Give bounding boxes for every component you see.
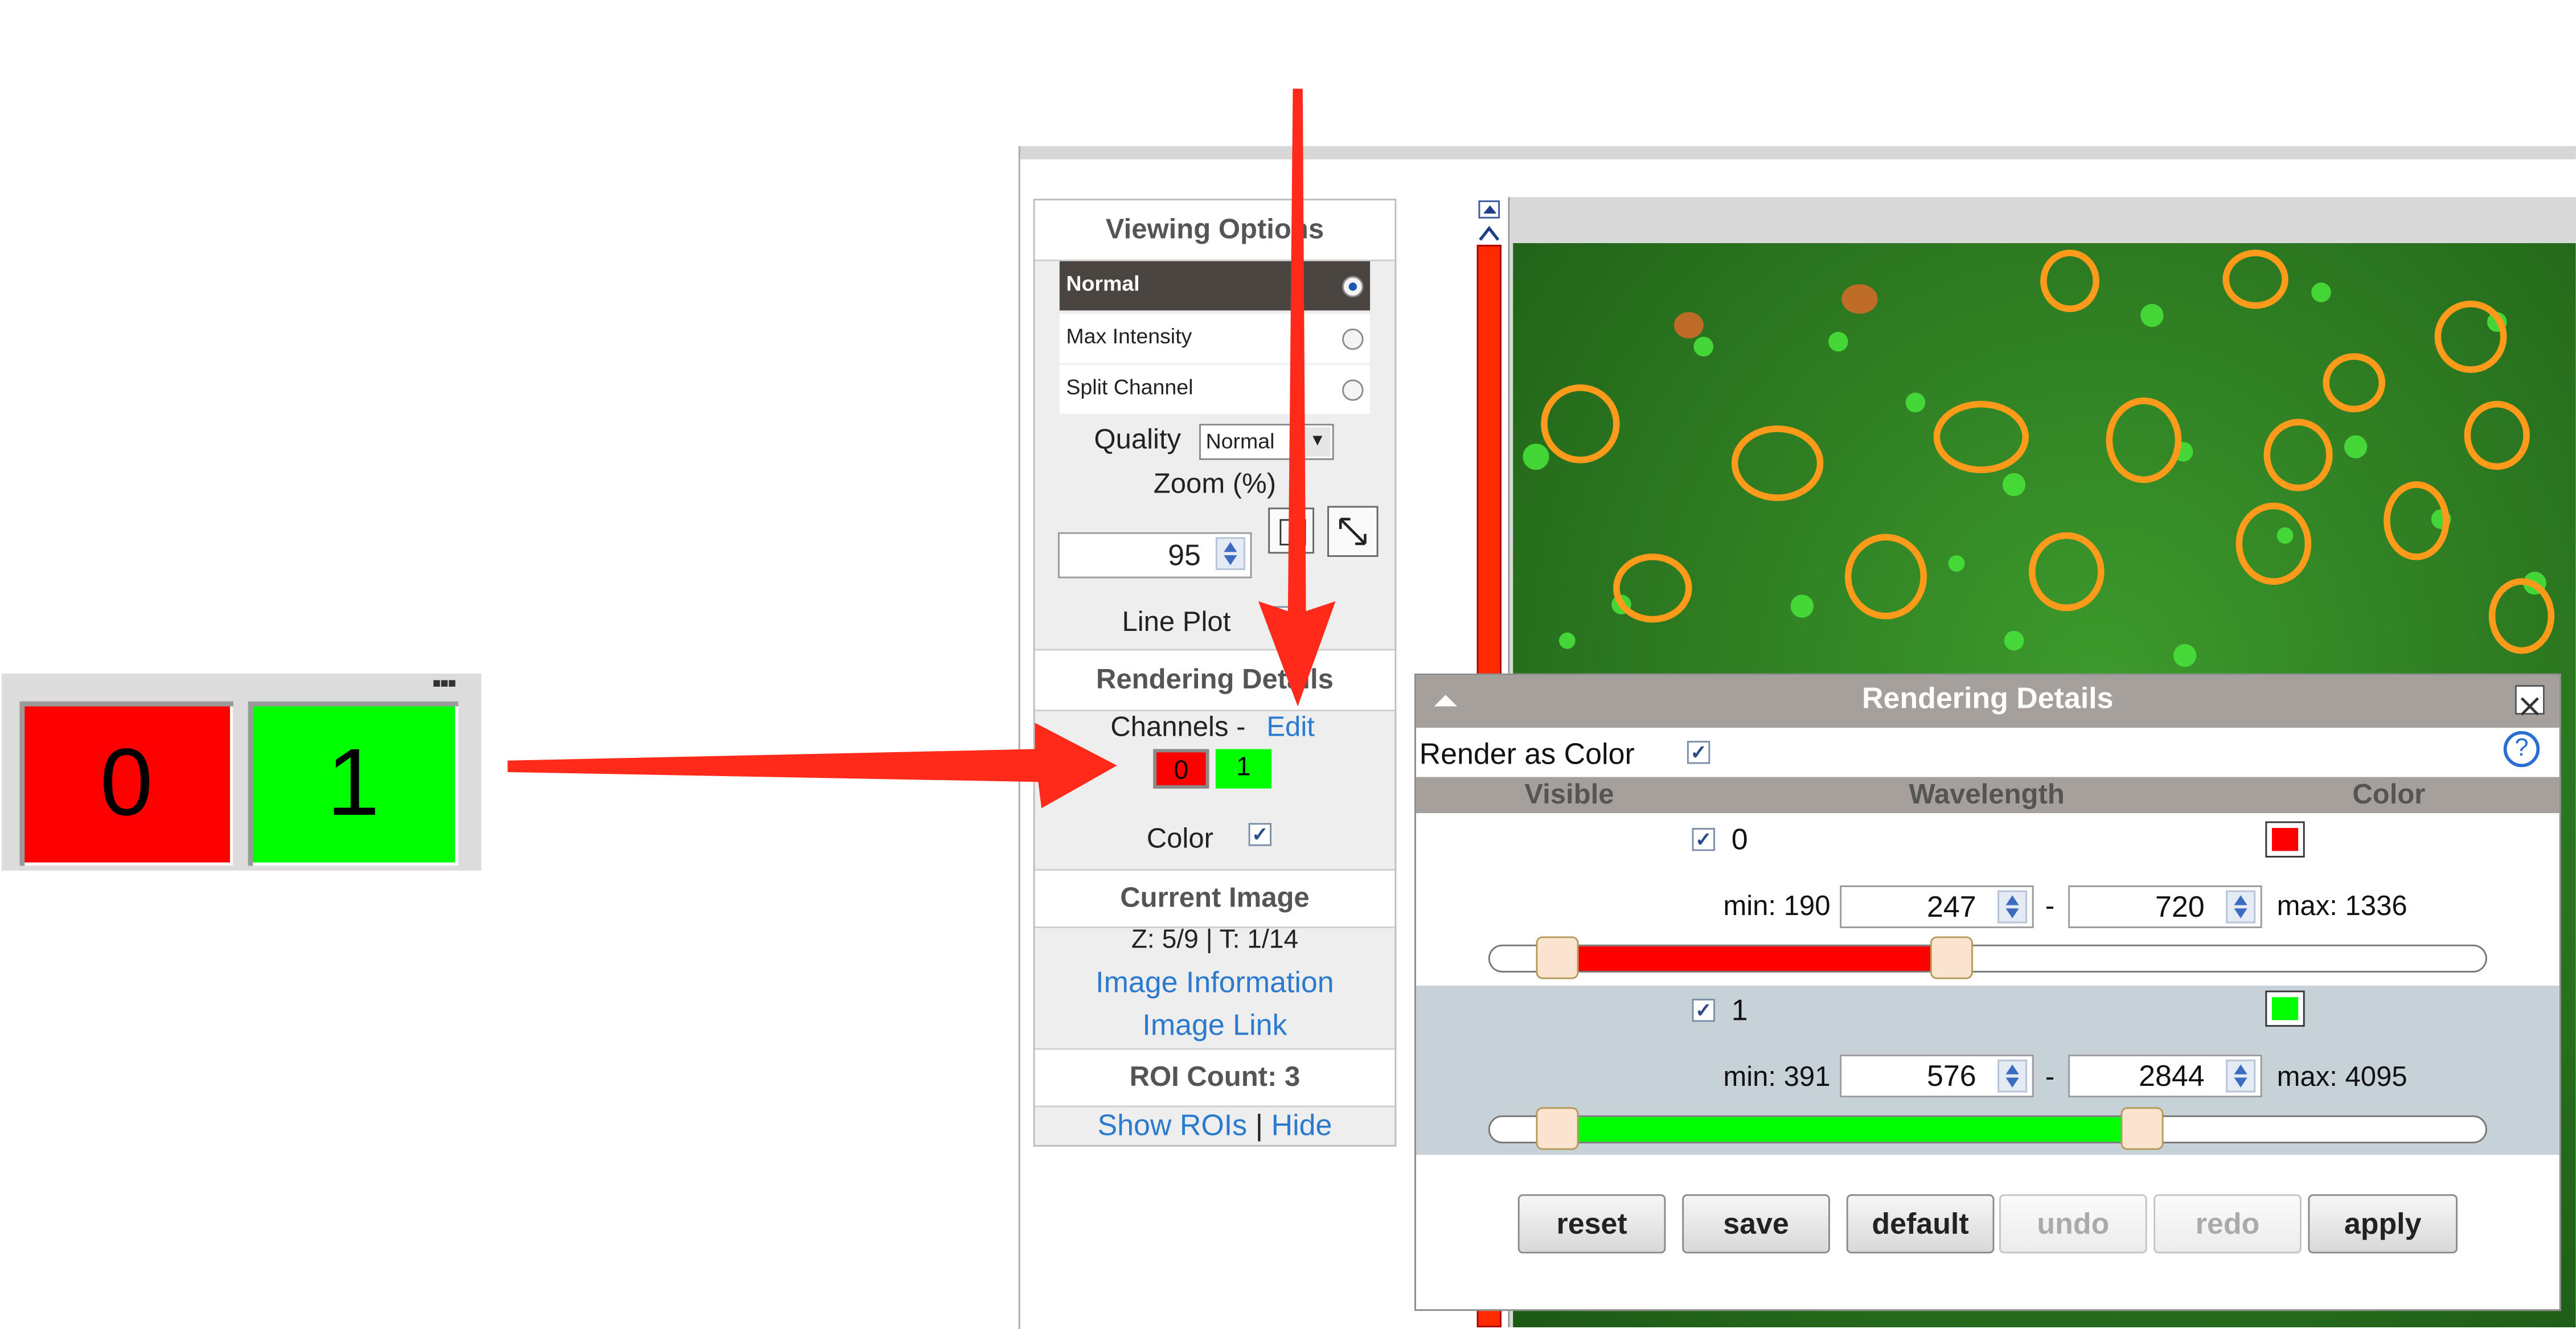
annotation-arrows <box>507 88 1336 809</box>
arrow-down-icon <box>1258 88 1336 707</box>
arrow-right-icon <box>507 723 1117 809</box>
screenshot-stage: 0 1 ▪▪▪ Viewing Options Normal Max Inten… <box>0 0 2576 1329</box>
